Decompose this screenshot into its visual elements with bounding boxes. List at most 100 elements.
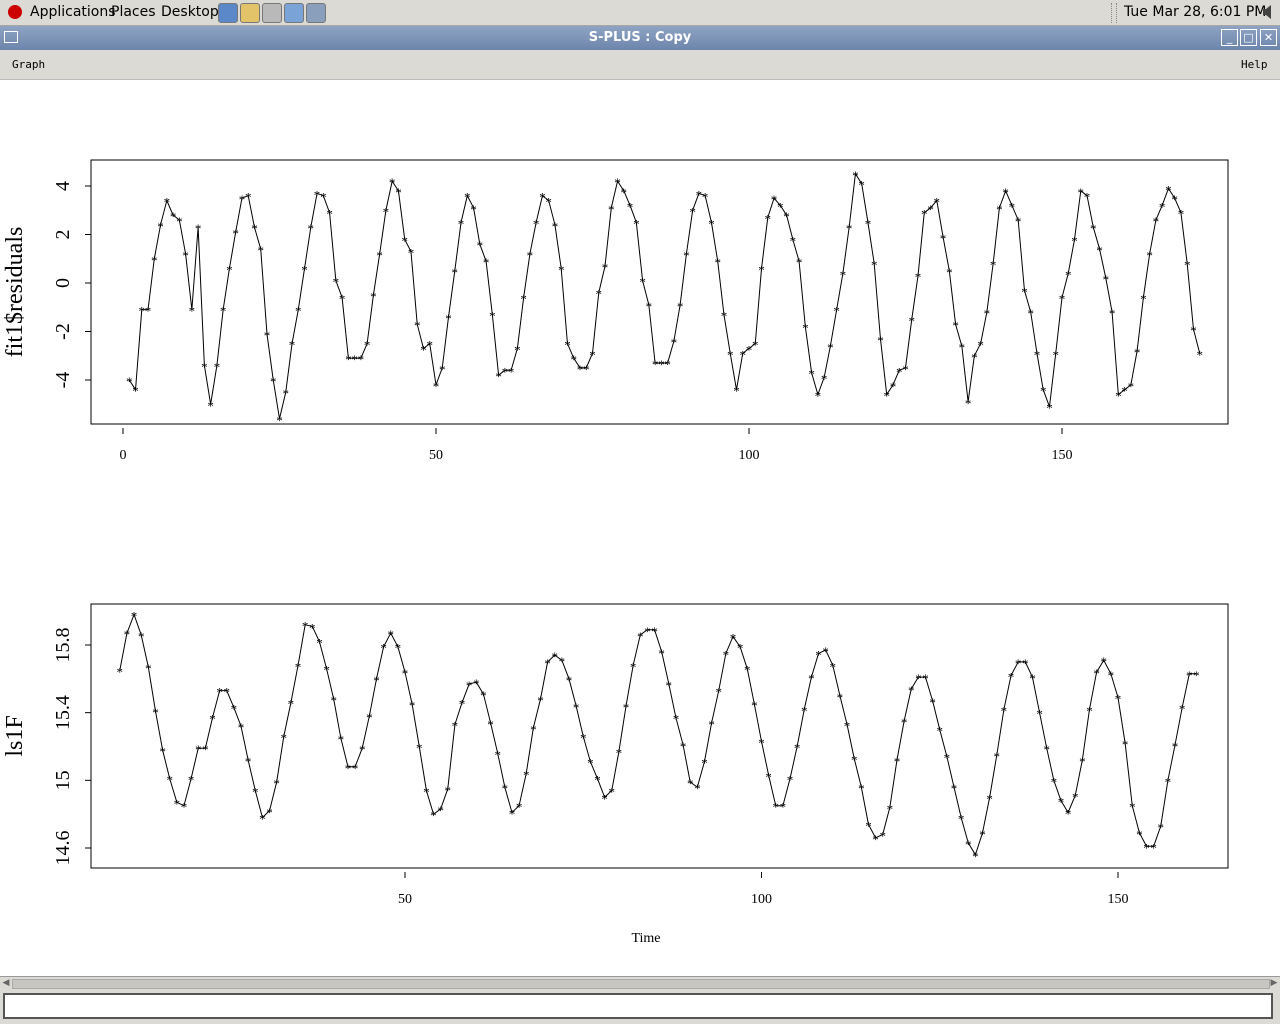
email-launcher-icon[interactable]: [240, 3, 260, 23]
data-point: *: [551, 649, 558, 664]
window-titlebar[interactable]: S-PLUS : Copy _ □ ✕: [0, 26, 1280, 50]
data-point: *: [687, 776, 694, 791]
applications-menu[interactable]: Applications: [30, 4, 116, 20]
data-point: *: [1196, 347, 1203, 362]
data-point: *: [523, 768, 530, 783]
desktop-menu[interactable]: Desktop: [161, 4, 219, 20]
data-point: *: [402, 666, 409, 681]
data-point: *: [794, 741, 801, 756]
y-tick-label: -2: [52, 323, 74, 340]
data-point: *: [773, 800, 780, 815]
places-menu[interactable]: Places: [111, 4, 156, 20]
data-point: *: [416, 741, 423, 756]
maximize-button[interactable]: □: [1240, 29, 1257, 46]
redhat-logo-icon[interactable]: [8, 5, 22, 19]
plot-frame: [90, 159, 1229, 425]
scrollbar-thumb[interactable]: [12, 979, 1270, 989]
data-point: *: [830, 659, 837, 674]
data-point: *: [1090, 221, 1097, 236]
data-point: *: [1178, 207, 1185, 222]
data-point: *: [1043, 742, 1050, 757]
data-point: *: [480, 688, 487, 703]
clock[interactable]: Tue Mar 28, 6:01 PM: [1124, 4, 1266, 20]
data-point: *: [1086, 703, 1093, 718]
data-point: *: [159, 744, 166, 759]
plot-panel-1: -4 -2 0 2 4 fit1$residuals 0 50 100 150 * * * * * * * * * *…: [2, 159, 1229, 463]
command-input[interactable]: [3, 993, 1273, 1019]
data-point: *: [944, 751, 951, 766]
data-point: *: [566, 673, 573, 688]
data-point: *: [844, 719, 851, 734]
horizontal-scrollbar[interactable]: ◀ ▶: [0, 976, 1280, 990]
scroll-right-arrow-icon[interactable]: ▶: [1269, 977, 1279, 989]
data-point: *: [380, 641, 387, 656]
data-point: *: [117, 664, 124, 679]
data-point: *: [1171, 192, 1178, 207]
volume-icon[interactable]: [1262, 4, 1274, 20]
data-point: *: [621, 185, 628, 200]
data-point: *: [251, 221, 258, 236]
data-point: *: [1122, 737, 1129, 752]
data-point: *: [514, 342, 521, 357]
data-point: *: [858, 781, 865, 796]
y-tick-label: 14.6: [52, 831, 74, 866]
data-point: *: [596, 287, 603, 302]
data-point: *: [433, 379, 440, 394]
data-point: *: [915, 270, 922, 285]
help-menu[interactable]: Help: [1241, 58, 1268, 71]
data-point: *: [602, 260, 609, 275]
data-point: *: [1079, 754, 1086, 769]
data-point: *: [470, 202, 477, 217]
data-point: *: [677, 299, 684, 314]
data-point: *: [339, 292, 346, 307]
documents-launcher-icon[interactable]: [262, 3, 282, 23]
data-point: *: [1159, 199, 1166, 214]
data-point: *: [1052, 347, 1059, 362]
data-point: *: [702, 190, 709, 205]
data-point: *: [815, 389, 822, 404]
data-point: *: [489, 309, 496, 324]
data-point: *: [787, 773, 794, 788]
data-point: *: [338, 732, 345, 747]
graph-canvas[interactable]: -4 -2 0 2 4 fit1$residuals 0 50 100 150 * * * * * * * * * *…: [0, 80, 1280, 976]
data-point: *: [283, 386, 290, 401]
minimize-button[interactable]: _: [1221, 29, 1238, 46]
data-point: *: [994, 749, 1001, 764]
data-point: *: [1015, 214, 1022, 229]
data-point: *: [273, 776, 280, 791]
data-point: *: [929, 695, 936, 710]
data-point: *: [226, 262, 233, 277]
data-point: *: [259, 812, 266, 827]
print-manager-launcher-icon[interactable]: [306, 3, 326, 23]
data-point: *: [245, 754, 252, 769]
data-point: *: [808, 367, 815, 382]
graph-menu[interactable]: Graph: [12, 58, 45, 71]
data-point: *: [1153, 214, 1160, 229]
data-point: *: [1109, 306, 1116, 321]
y-tick-label: 2: [52, 230, 74, 240]
data-point: *: [902, 362, 909, 377]
data-point: *: [387, 627, 394, 642]
top-panel: Applications Places Desktop Tue Mar 28, …: [0, 0, 1280, 26]
close-button[interactable]: ✕: [1260, 29, 1277, 46]
data-point: *: [1136, 827, 1143, 842]
data-point: *: [544, 656, 551, 671]
data-point: *: [689, 204, 696, 219]
data-point: *: [395, 185, 402, 200]
data-point: *: [520, 292, 527, 307]
data-point: *: [545, 195, 552, 210]
data-point: *: [630, 659, 637, 674]
web-browser-launcher-icon[interactable]: [218, 3, 238, 23]
presentation-launcher-icon[interactable]: [284, 3, 304, 23]
data-point: *: [664, 357, 671, 372]
data-point: *: [220, 304, 227, 319]
data-point: *: [151, 253, 158, 268]
data-point: *: [865, 216, 872, 231]
data-point: *: [1065, 267, 1072, 282]
y-tick-label: 4: [52, 181, 74, 191]
data-point: *: [958, 812, 965, 827]
data-point: *: [430, 808, 437, 823]
scroll-left-arrow-icon[interactable]: ◀: [1, 977, 11, 989]
data-point: *: [466, 678, 473, 693]
data-point: *: [583, 362, 590, 377]
